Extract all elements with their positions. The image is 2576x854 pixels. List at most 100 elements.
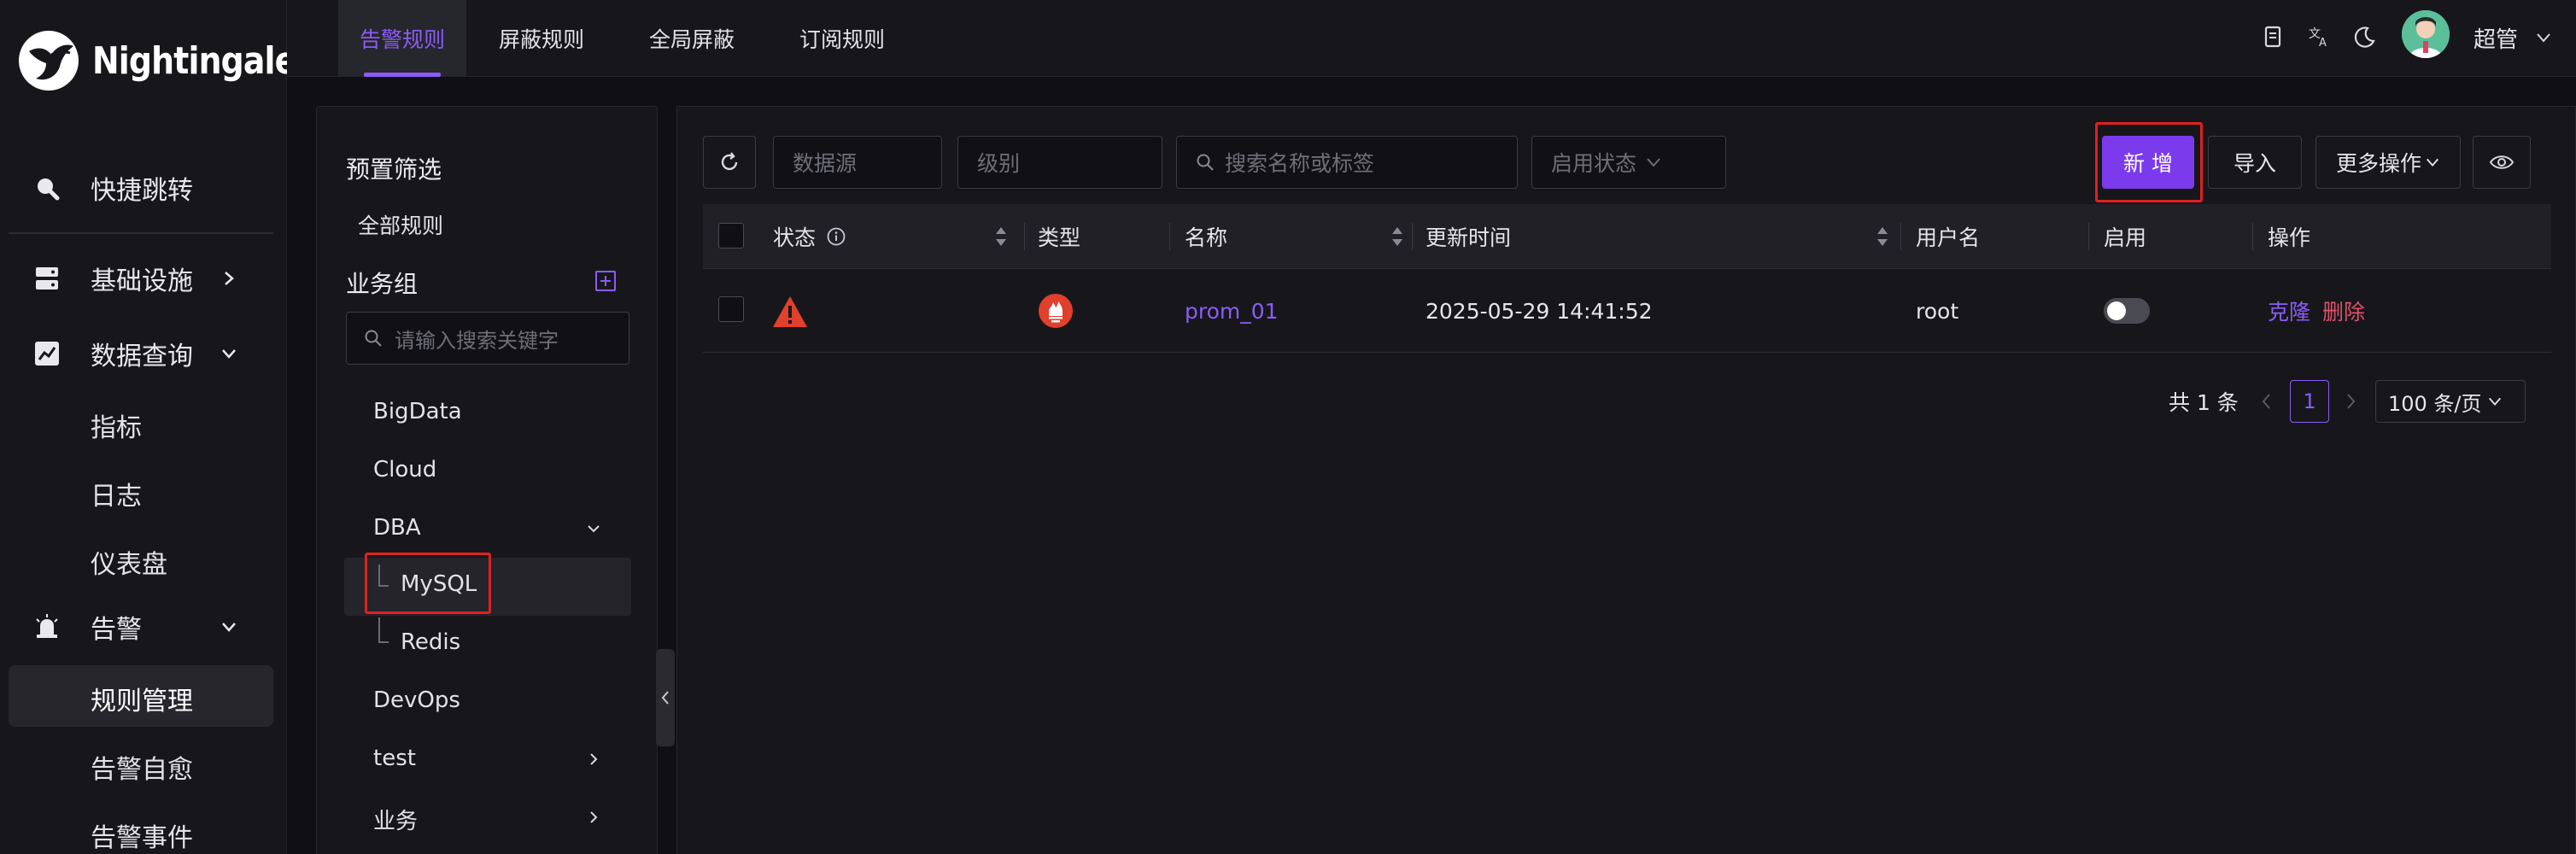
nightingale-logo-icon: [19, 31, 79, 91]
tab-subscribe-rules[interactable]: 订阅规则: [799, 0, 885, 77]
chevron-right-icon: [225, 272, 234, 285]
nav-label: 告警: [91, 615, 142, 645]
chevron-down-icon[interactable]: [2535, 29, 2552, 46]
chevron-down-icon: [1647, 158, 1660, 167]
search-icon: [1197, 154, 1214, 171]
chevron-right-icon[interactable]: [585, 751, 602, 768]
column-header-type: 类型: [1038, 225, 1081, 250]
column-visibility-button[interactable]: [2473, 136, 2531, 189]
prev-page-icon[interactable]: [2259, 392, 2274, 411]
row-checkbox[interactable]: [718, 296, 744, 322]
group-item-cloud[interactable]: Cloud: [373, 457, 436, 483]
line-chart-icon: [35, 342, 59, 366]
clone-link[interactable]: 克隆: [2268, 269, 2310, 353]
nav-item-self-healing[interactable]: 告警自愈: [91, 748, 193, 786]
sort-icon[interactable]: [1875, 225, 1890, 249]
group-item-test[interactable]: test: [373, 746, 416, 771]
delete-link[interactable]: 删除: [2322, 269, 2365, 353]
nav-label: 基础设施: [91, 266, 193, 296]
nav-label: 快捷跳转: [91, 176, 193, 206]
add-group-icon[interactable]: [595, 271, 616, 291]
doc-icon[interactable]: [2258, 22, 2287, 51]
sort-icon[interactable]: [993, 225, 1009, 249]
nav-item-dashboards[interactable]: 仪表盘: [91, 543, 167, 581]
side-nav: Nightingale 快捷跳转 基础设施 数据查询 指标 日志 仪表盘 告警 …: [0, 0, 296, 854]
rule-search-input[interactable]: 搜索名称或标签: [1176, 136, 1518, 189]
server-icon: [36, 267, 58, 290]
more-actions-button[interactable]: 更多操作: [2315, 136, 2461, 189]
highlight-mysql: [365, 553, 491, 614]
tab-label: 屏蔽规则: [499, 27, 585, 52]
refresh-icon: [721, 152, 738, 171]
chevron-down-icon[interactable]: [585, 520, 602, 537]
chevron-down-icon: [2488, 397, 2501, 406]
column-divider: [1169, 223, 1170, 250]
tab-alert-rules[interactable]: 告警规则: [338, 0, 466, 77]
nav-item-logs[interactable]: 日志: [91, 475, 142, 512]
page-size-select[interactable]: 100 条/页: [2375, 380, 2526, 423]
tab-global-mute[interactable]: 全局屏蔽: [649, 0, 735, 77]
nav-item-data-query[interactable]: 数据查询: [0, 323, 287, 384]
column-label: 状态: [773, 225, 817, 250]
level-placeholder: 级别: [977, 151, 1021, 176]
tree-connector: [378, 617, 389, 643]
more-actions-label: 更多操作: [2335, 151, 2421, 176]
group-item-redis[interactable]: Redis: [401, 629, 460, 655]
select-all-checkbox[interactable]: [718, 223, 744, 249]
nav-item-infrastructure[interactable]: 基础设施: [0, 248, 287, 309]
table-header: 状态 类型 名称 更新时间 用户名 启用 操作: [703, 204, 2551, 269]
next-page-icon[interactable]: [2343, 392, 2358, 411]
prometheus-icon: [1039, 294, 1073, 328]
avatar[interactable]: [2402, 10, 2450, 58]
svg-text:A: A: [2319, 37, 2327, 50]
top-bar: 告警规则 屏蔽规则 全局屏蔽 订阅规则 文A 超管: [287, 0, 2576, 77]
group-item-dba[interactable]: DBA: [373, 515, 421, 541]
chevron-left-icon: [661, 691, 669, 705]
nav-divider: [9, 232, 273, 234]
level-select[interactable]: 级别: [957, 136, 1162, 189]
chevron-right-icon[interactable]: [585, 809, 602, 826]
new-rule-button[interactable]: 新 增: [2102, 136, 2194, 189]
nav-item-rule-management[interactable]: 规则管理: [91, 680, 193, 717]
search-placeholder: 请输入搜索关键字: [395, 328, 559, 353]
rules-main: 数据源 级别 搜索名称或标签 启用状态 新 增 导入 更多操作 状态 类型 名称…: [676, 106, 2576, 854]
column-header-status[interactable]: 状态: [773, 204, 846, 269]
chevron-down-icon: [2427, 158, 2438, 167]
sort-icon[interactable]: [1390, 225, 1405, 249]
import-button[interactable]: 导入: [2208, 136, 2302, 189]
table-row: prom_01 2025-05-29 14:41:52 root 克隆 删除: [703, 269, 2551, 353]
brand-logo[interactable]: Nightingale: [17, 29, 329, 92]
app-root: Nightingale 快捷跳转 基础设施 数据查询 指标 日志 仪表盘 告警 …: [0, 0, 2576, 854]
tab-mute-rules[interactable]: 屏蔽规则: [499, 0, 584, 77]
user-avatar-icon: [2402, 10, 2450, 58]
group-item-devops[interactable]: DevOps: [373, 687, 460, 713]
pagination-total: 共 1 条: [2169, 390, 2239, 415]
rule-enable-toggle[interactable]: [2104, 298, 2150, 324]
group-item-business[interactable]: 业务: [373, 804, 418, 835]
column-header-actions: 操作: [2268, 225, 2311, 250]
datasource-select[interactable]: 数据源: [773, 136, 942, 189]
nav-item-alerting[interactable]: 告警: [0, 596, 287, 658]
user-name[interactable]: 超管: [2474, 22, 2518, 54]
rule-name-link[interactable]: prom_01: [1185, 269, 1279, 353]
alarm-icon: [36, 614, 58, 638]
group-item-bigdata[interactable]: BigData: [373, 399, 462, 424]
page-number-current[interactable]: 1: [2290, 380, 2329, 423]
nav-item-alert-events[interactable]: 告警事件: [91, 816, 193, 854]
group-search-input[interactable]: 请输入搜索关键字: [346, 312, 629, 365]
nav-item-metrics[interactable]: 指标: [91, 407, 142, 444]
enable-status-select[interactable]: 启用状态: [1531, 136, 1726, 189]
refresh-button[interactable]: [703, 136, 756, 189]
nav-item-quick-jump[interactable]: 快捷跳转: [0, 157, 287, 219]
all-rules-item[interactable]: 全部规则: [358, 209, 443, 240]
tab-label: 全局屏蔽: [649, 27, 735, 52]
panel-collapse-handle[interactable]: [656, 649, 675, 746]
translate-icon[interactable]: 文A: [2304, 22, 2333, 51]
chevron-down-icon: [222, 623, 236, 632]
info-icon[interactable]: [826, 226, 846, 247]
column-divider: [1900, 223, 1901, 250]
column-header-name: 名称: [1185, 225, 1228, 250]
datasource-placeholder: 数据源: [793, 151, 858, 176]
moon-icon[interactable]: [2351, 22, 2380, 51]
rule-updated-time: 2025-05-29 14:41:52: [1426, 298, 1653, 324]
